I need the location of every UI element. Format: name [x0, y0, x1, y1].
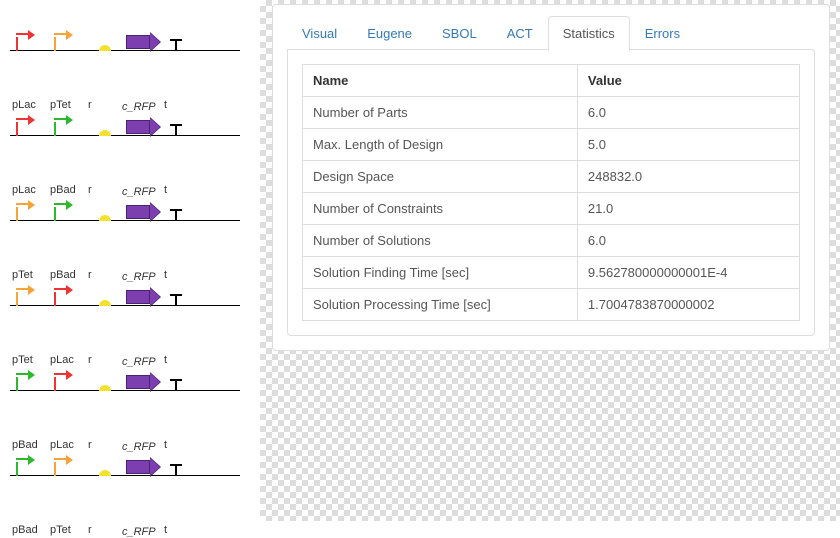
- terminator-icon: [170, 464, 182, 476]
- statistics-tbody: Number of Parts6.0Max. Length of Design5…: [303, 97, 800, 321]
- tab-statistics[interactable]: Statistics: [548, 16, 630, 51]
- baseline: [10, 305, 240, 306]
- design-row: pBadpTetrc_RFPt: [10, 435, 260, 490]
- part-label: pBad: [10, 524, 48, 536]
- cell-name: Number of Parts: [303, 97, 578, 129]
- cds-icon: [126, 458, 160, 476]
- details-panel: Visual Eugene SBOL ACT Statistics Errors…: [272, 4, 830, 351]
- terminator-icon: [170, 379, 182, 391]
- designs-list: pLacpTetrc_RFPt pLacpBadrc_RFPt pTetpBadrc…: [0, 0, 260, 521]
- cds-icon: [126, 33, 160, 51]
- rbs-icon: [99, 215, 111, 221]
- design-row: pTetpLacrc_RFPt: [10, 265, 260, 320]
- table-row: Max. Length of Design5.0: [303, 129, 800, 161]
- cell-value: 6.0: [577, 225, 799, 257]
- tab-eugene[interactable]: Eugene: [352, 16, 427, 51]
- promoter-icon: [14, 373, 36, 391]
- terminator-icon: [170, 209, 182, 221]
- design-row: pLacpTetrc_RFPt: [10, 10, 260, 65]
- part-label: c_RFP: [120, 526, 162, 538]
- tab-content-statistics: Name Value Number of Parts6.0Max. Length…: [287, 49, 815, 336]
- cell-value: 5.0: [577, 129, 799, 161]
- promoter-icon: [52, 118, 74, 136]
- cell-name: Design Space: [303, 161, 578, 193]
- baseline: [10, 50, 240, 51]
- tab-visual[interactable]: Visual: [287, 16, 352, 51]
- cell-name: Solution Finding Time [sec]: [303, 257, 578, 289]
- promoter-icon: [52, 33, 74, 51]
- cds-icon: [126, 288, 160, 306]
- cds-icon: [126, 118, 160, 136]
- promoter-icon: [14, 458, 36, 476]
- table-row: Design Space248832.0: [303, 161, 800, 193]
- table-row: Solution Finding Time [sec]9.56278000000…: [303, 257, 800, 289]
- promoter-icon: [14, 118, 36, 136]
- statistics-table: Name Value Number of Parts6.0Max. Length…: [302, 64, 800, 321]
- baseline: [10, 135, 240, 136]
- rbs-icon: [99, 385, 111, 391]
- part-label: t: [162, 524, 190, 536]
- baseline: [10, 390, 240, 391]
- table-header-row: Name Value: [303, 65, 800, 97]
- col-header-name: Name: [303, 65, 578, 97]
- tab-sbol[interactable]: SBOL: [427, 16, 492, 51]
- cell-value: 1.7004783870000002: [577, 289, 799, 321]
- promoter-icon: [52, 458, 74, 476]
- baseline: [10, 475, 240, 476]
- tab-errors[interactable]: Errors: [630, 16, 695, 51]
- table-row: Solution Processing Time [sec]1.70047838…: [303, 289, 800, 321]
- cell-name: Number of Constraints: [303, 193, 578, 225]
- cell-value: 6.0: [577, 97, 799, 129]
- table-row: Number of Constraints21.0: [303, 193, 800, 225]
- cell-value: 248832.0: [577, 161, 799, 193]
- rbs-icon: [99, 130, 111, 136]
- cds-icon: [126, 203, 160, 221]
- baseline: [10, 220, 240, 221]
- col-header-value: Value: [577, 65, 799, 97]
- cds-icon: [126, 373, 160, 391]
- design-row: pBadpLacrc_RFPt: [10, 350, 260, 405]
- promoter-icon: [14, 288, 36, 306]
- rbs-icon: [99, 470, 111, 476]
- promoter-icon: [14, 203, 36, 221]
- promoter-icon: [52, 373, 74, 391]
- part-label: r: [86, 524, 124, 536]
- terminator-icon: [170, 294, 182, 306]
- terminator-icon: [170, 124, 182, 136]
- cell-value: 21.0: [577, 193, 799, 225]
- promoter-icon: [52, 288, 74, 306]
- rbs-icon: [99, 300, 111, 306]
- promoter-icon: [52, 203, 74, 221]
- part-label: pTet: [48, 524, 86, 536]
- rbs-icon: [99, 45, 111, 51]
- terminator-icon: [170, 39, 182, 51]
- design-row: pLacpBadrc_RFPt: [10, 95, 260, 150]
- promoter-icon: [14, 33, 36, 51]
- cell-name: Max. Length of Design: [303, 129, 578, 161]
- table-row: Number of Solutions6.0: [303, 225, 800, 257]
- cell-name: Number of Solutions: [303, 225, 578, 257]
- tabs-bar: Visual Eugene SBOL ACT Statistics Errors: [273, 5, 829, 50]
- cell-name: Solution Processing Time [sec]: [303, 289, 578, 321]
- cell-value: 9.562780000000001E-4: [577, 257, 799, 289]
- tab-act[interactable]: ACT: [492, 16, 548, 51]
- table-row: Number of Parts6.0: [303, 97, 800, 129]
- design-row: pTetpBadrc_RFPt: [10, 180, 260, 235]
